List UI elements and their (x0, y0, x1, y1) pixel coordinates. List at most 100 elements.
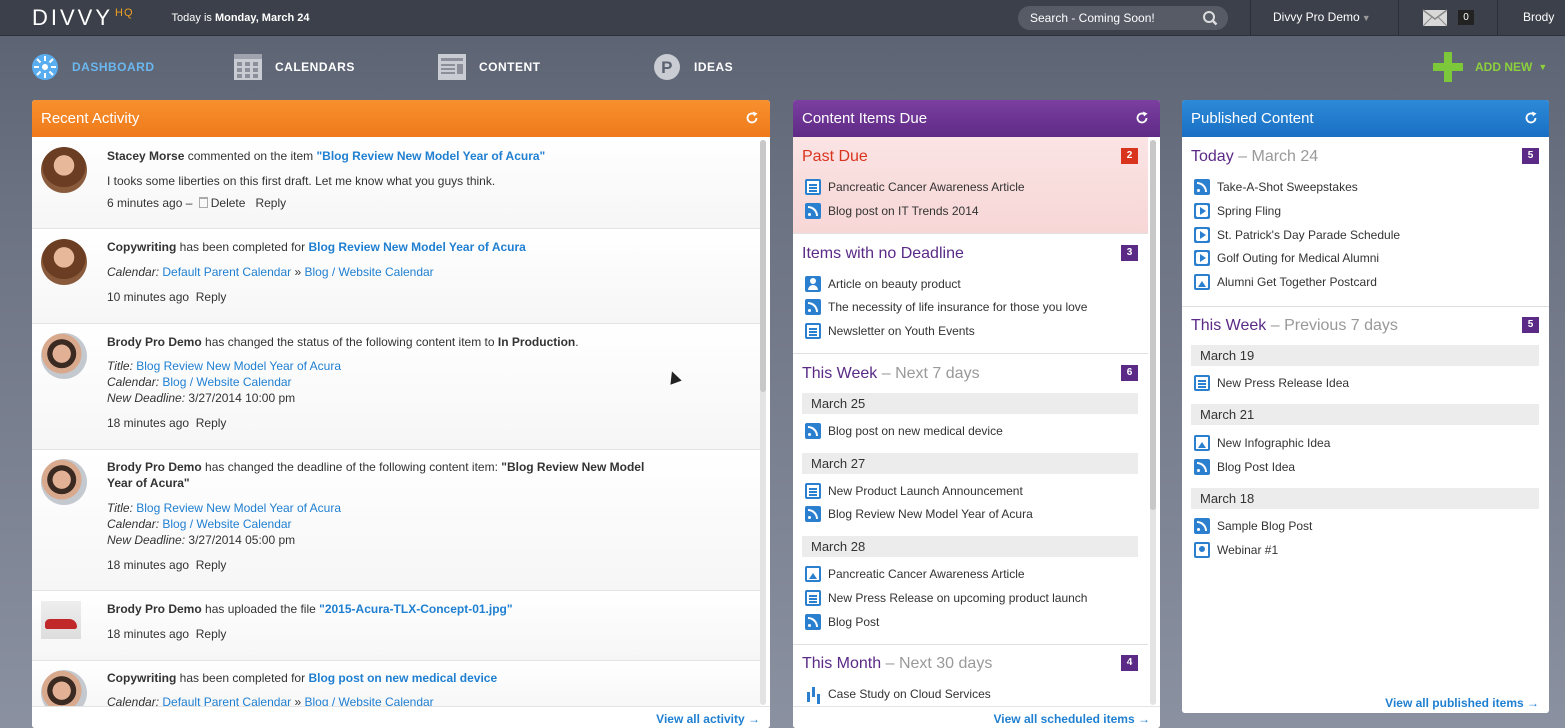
nav-ideas[interactable]: P IDEAS (652, 52, 733, 82)
activity-object-link[interactable]: Blog Review New Model Year of Acura (308, 240, 525, 254)
content-item-label: Article on beauty product (828, 277, 961, 291)
count-badge: 2 (1121, 148, 1138, 164)
avatar[interactable] (41, 239, 87, 285)
calendar-link[interactable]: Blog / Website Calendar (162, 375, 291, 389)
reply-button[interactable]: Reply (196, 416, 227, 430)
content-item[interactable]: Blog Review New Model Year of Acura (805, 505, 1033, 523)
content-item[interactable]: Webinar #1 (1194, 541, 1278, 559)
scrollbar[interactable] (760, 140, 766, 705)
content-item-label: Case Study on Cloud Services (828, 687, 991, 701)
calendar-link[interactable]: Default Parent Calendar (162, 265, 291, 279)
scrollbar[interactable] (1150, 140, 1156, 705)
file-thumbnail[interactable] (41, 601, 81, 639)
calendar-icon (234, 54, 262, 80)
refresh-icon[interactable] (745, 111, 759, 125)
avatar[interactable] (41, 333, 87, 379)
person-icon (805, 276, 821, 292)
content-item[interactable]: Take-A-Shot Sweepstakes (1194, 178, 1358, 196)
content-item[interactable]: Blog Post (805, 613, 879, 631)
divvy-logo[interactable]: DIVVY HQ (32, 5, 134, 31)
section-subtitle: – Next 7 days (881, 365, 980, 382)
activity-time: 18 minutes ago (107, 627, 190, 641)
user-menu[interactable]: Brody (1523, 10, 1554, 24)
section-title: Items with no Deadline (802, 245, 964, 262)
account-switcher[interactable]: Divvy Pro Demo ▼ (1273, 10, 1371, 24)
search-placeholder: Search - Coming Soon! (1030, 11, 1155, 25)
section-subtitle: – March 24 (1238, 148, 1319, 165)
content-item-label: Spring Fling (1217, 204, 1282, 218)
chevron-down-icon: ▼ (1538, 62, 1548, 72)
divider (1398, 0, 1399, 36)
nav-calendars[interactable]: CALENDARS (233, 52, 355, 82)
content-item[interactable]: New Press Release Idea (1194, 374, 1349, 392)
reply-button[interactable]: Reply (196, 290, 227, 304)
reply-button[interactable]: Reply (196, 627, 227, 641)
reply-button[interactable]: Reply (255, 196, 286, 210)
activity-verb: has changed the status of the following … (205, 335, 495, 349)
reply-button[interactable]: Reply (196, 558, 227, 572)
calendar-link[interactable]: Blog / Website Calendar (162, 517, 291, 531)
nav-content[interactable]: CONTENT (437, 52, 541, 82)
view-all-activity: View all activity → (32, 706, 770, 728)
content-item[interactable]: Article on beauty product (805, 275, 961, 293)
view-all-published-link[interactable]: View all published items → (1385, 696, 1539, 710)
calendar-link[interactable]: Blog / Website Calendar (305, 265, 434, 279)
content-item[interactable]: Case Study on Cloud Services (805, 685, 991, 703)
avatar[interactable] (41, 459, 87, 505)
activity-actor: Stacey Morse (107, 149, 185, 163)
content-item[interactable]: The necessity of life insurance for thos… (805, 298, 1087, 316)
content-item[interactable]: Alumni Get Together Postcard (1194, 273, 1377, 291)
content-title-link[interactable]: Blog Review New Model Year of Acura (136, 501, 341, 515)
avatar[interactable] (41, 147, 87, 193)
content-item[interactable]: Pancreatic Cancer Awareness Article (805, 565, 1025, 583)
mail-icon[interactable] (1422, 9, 1448, 27)
activity-comment: I tooks some liberties on this first dra… (107, 174, 496, 188)
deadline-value: 3/27/2014 10:00 pm (188, 391, 296, 405)
count-badge: 4 (1121, 655, 1138, 671)
content-item[interactable]: Pancreatic Cancer Awareness Article (805, 178, 1025, 196)
refresh-icon[interactable] (1524, 111, 1538, 125)
content-item[interactable]: Blog post on IT Trends 2014 (805, 202, 979, 220)
trash-icon[interactable] (198, 197, 208, 208)
content-item[interactable]: New Product Launch Announcement (805, 482, 1023, 500)
nav-dashboard[interactable]: DASHBOARD (30, 52, 155, 82)
view-all-scheduled-link[interactable]: View all scheduled items → (993, 712, 1150, 726)
file-link[interactable]: "2015-Acura-TLX-Concept-01.jpg" (319, 602, 512, 616)
view-all-published: View all published items → (1182, 691, 1549, 713)
content-item[interactable]: Spring Fling (1194, 202, 1281, 220)
date-header: March 27 (802, 453, 1138, 474)
activity-verb: has uploaded the file (205, 602, 316, 616)
add-new-button[interactable]: ADD NEW ▼ (1433, 52, 1547, 82)
calendar-label: Calendar: (107, 265, 160, 279)
content-item[interactable]: Golf Outing for Medical Alumni (1194, 249, 1379, 267)
content-item-label: Pancreatic Cancer Awareness Article (828, 180, 1025, 194)
view-all-activity-link[interactable]: View all activity → (656, 712, 760, 726)
content-title-link[interactable]: Blog Review New Model Year of Acura (136, 359, 341, 373)
refresh-icon[interactable] (1135, 111, 1149, 125)
content-item[interactable]: New Press Release on upcoming product la… (805, 589, 1087, 607)
activity-object-link[interactable]: Blog post on new medical device (308, 671, 497, 685)
today-prefix: Today is (171, 11, 212, 24)
activity-time: 18 minutes ago (107, 416, 190, 430)
recent-activity-header: Recent Activity (32, 100, 770, 137)
delete-button[interactable]: Delete (211, 196, 246, 210)
article-icon (805, 323, 821, 339)
scrollbar-thumb[interactable] (1150, 140, 1156, 510)
content-item[interactable]: Sample Blog Post (1194, 517, 1312, 535)
content-item[interactable]: Blog post on new medical device (805, 422, 1003, 440)
content-items-due-header: Content Items Due (793, 100, 1160, 137)
past-due-section: Past Due 2 Pancreatic Cancer Awareness A… (793, 137, 1148, 234)
content-item[interactable]: Newsletter on Youth Events (805, 322, 975, 340)
scrollbar-thumb[interactable] (760, 140, 766, 392)
count-badge: 6 (1121, 365, 1138, 381)
panel-title: Recent Activity (41, 110, 140, 127)
previous-week-section: This Week – Previous 7 days 5 March 19 N… (1182, 307, 1549, 677)
content-item[interactable]: St. Patrick's Day Parade Schedule (1194, 226, 1400, 244)
search-icon[interactable] (1202, 10, 1218, 26)
activity-object-link[interactable]: "Blog Review New Model Year of Acura" (316, 149, 545, 163)
content-item[interactable]: New Infographic Idea (1194, 434, 1330, 452)
recent-activity-panel: Recent Activity Stacey Morse commented o… (32, 100, 770, 728)
article-icon (805, 590, 821, 606)
content-item[interactable]: Blog Post Idea (1194, 458, 1295, 476)
search-input[interactable]: Search - Coming Soon! (1018, 6, 1228, 30)
